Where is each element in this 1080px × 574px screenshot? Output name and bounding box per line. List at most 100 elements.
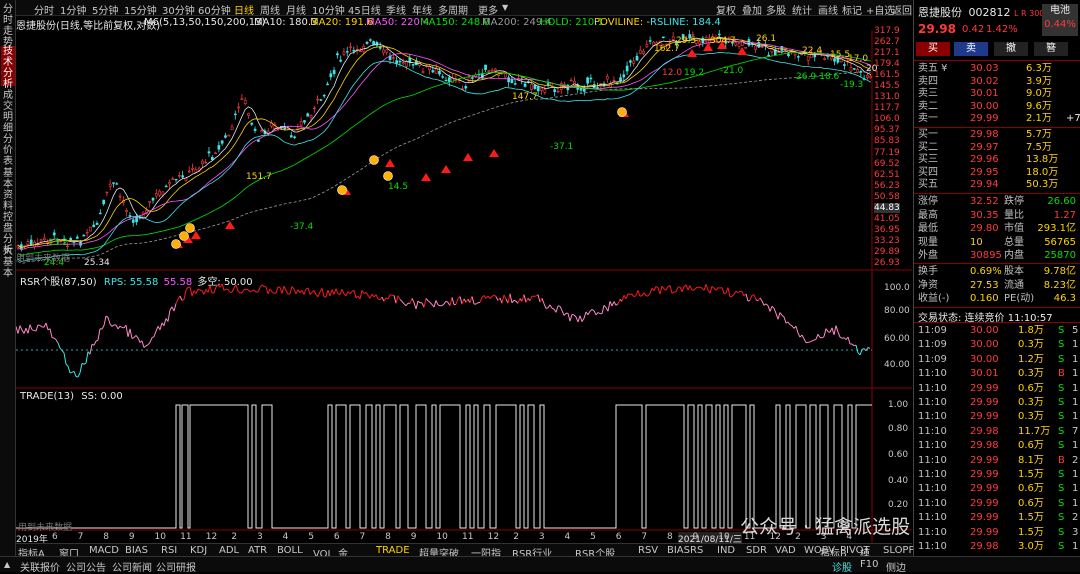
rps-segment	[270, 289, 272, 292]
rps-segment	[564, 313, 566, 315]
indicator-tab[interactable]: IND	[717, 545, 735, 556]
indicator-tab[interactable]: BOLL	[277, 545, 303, 556]
tab-basic-info[interactable]: 基本资料	[1, 168, 15, 208]
price-axis-label: 145.5	[874, 81, 900, 91]
sector-badge[interactable]: 电池 0.44%	[1042, 4, 1078, 36]
tick-count: 1	[1072, 383, 1078, 395]
period-tab-daily[interactable]: 日线	[234, 2, 254, 17]
rps-segment	[102, 325, 104, 329]
bid-row[interactable]: 买三29.9613.8万	[918, 154, 1078, 166]
pane-watermark: 用到未来数据	[16, 251, 70, 264]
indicator-tab[interactable]: ADL	[219, 545, 239, 556]
indicator-tab[interactable]: KDJ	[190, 545, 207, 556]
period-tab-quarterly[interactable]: 季线	[386, 2, 406, 17]
tab-price-table[interactable]: 分价表	[1, 134, 15, 164]
indicator-tab[interactable]: MACD	[89, 545, 119, 556]
ask-row[interactable]: 卖一29.992.1万+7	[918, 113, 1078, 125]
bid-row[interactable]: 买一29.985.7万	[918, 129, 1078, 141]
tick-time: 11:09	[918, 354, 947, 366]
period-tab-intraday[interactable]: 分时	[34, 2, 54, 17]
ask-row[interactable]: 卖五 ¥30.036.3万	[918, 63, 1078, 75]
trade-axis-04: 0.40	[888, 476, 908, 486]
rps-segment	[724, 293, 726, 294]
ask-row[interactable]: 卖二30.009.6万	[918, 101, 1078, 113]
ask-row[interactable]: 卖四30.023.9万	[918, 76, 1078, 88]
tick-side: S	[1058, 411, 1064, 423]
bid-row[interactable]: 买五29.9450.3万	[918, 179, 1078, 191]
cancel-button[interactable]: 撤	[994, 42, 1028, 56]
indicator-tab[interactable]: ATR	[248, 545, 267, 556]
tab-trade-detail[interactable]: 成交明细	[1, 90, 15, 130]
rps-segment	[40, 326, 42, 327]
rps-title: RSR个股(87,50)	[20, 277, 97, 288]
add-favorite-button[interactable]: +自选	[866, 2, 894, 17]
stock-tags: L R 300	[1014, 9, 1044, 18]
stat-row: 净资27.53流通8.23亿	[918, 280, 1078, 292]
period-tab-10min[interactable]: 10分钟	[312, 2, 345, 17]
indicator-tab[interactable]: BIASRS	[667, 545, 703, 556]
candle-body	[405, 61, 407, 66]
overlay-button[interactable]: 叠加	[742, 2, 762, 17]
rps-segment	[590, 309, 592, 311]
rps-segment	[574, 315, 576, 317]
rps-segment	[786, 322, 788, 323]
tab-intraday[interactable]: 分时走势	[1, 4, 15, 42]
candle-body	[336, 54, 338, 55]
period-tab-yearly[interactable]: 年线	[412, 2, 432, 17]
time-axis-month: 6	[616, 532, 622, 542]
edit-button[interactable]: 簪	[1034, 42, 1068, 56]
candle-body	[99, 213, 101, 214]
statistics-button[interactable]: 统计	[792, 2, 812, 17]
multi-stock-button[interactable]: 多股	[766, 2, 786, 17]
period-tab-multi[interactable]: 多周期	[438, 2, 468, 17]
candle-body	[524, 84, 526, 86]
indicator-tab[interactable]: VAD	[775, 545, 796, 556]
period-tab-60min[interactable]: 60分钟	[198, 2, 231, 17]
stock-header: 恩捷股份 002812 L R 300	[918, 4, 1044, 20]
ask-row[interactable]: 卖三30.019.0万	[918, 88, 1078, 100]
candle-body	[613, 80, 615, 81]
candle-body	[224, 136, 226, 138]
period-tab-1min[interactable]: 1分钟	[60, 2, 86, 17]
sell-button[interactable]: 卖	[954, 42, 988, 56]
indicator-tab[interactable]: SDR	[746, 545, 767, 556]
tab-big-basic[interactable]: 大基本	[1, 246, 15, 272]
period-tab-monthly[interactable]: 月线	[286, 2, 306, 17]
tick-time: 11:10	[918, 426, 947, 438]
rps-segment	[578, 316, 580, 322]
bid-row[interactable]: 买四29.9518.0万	[918, 167, 1078, 179]
period-tab-45day[interactable]: 45日线	[348, 2, 381, 17]
period-tab-more[interactable]: 更多	[478, 2, 498, 17]
rps-segment	[428, 301, 430, 303]
period-tab-30min[interactable]: 30分钟	[162, 2, 195, 17]
candle-body	[238, 107, 240, 108]
annotation-2: 13.2	[48, 238, 68, 248]
tick-price: 29.99	[970, 455, 999, 467]
rps-segment	[430, 302, 432, 304]
f10-link[interactable]: F10	[860, 559, 878, 570]
rps-segment	[750, 295, 752, 300]
indicator-tab[interactable]: SLOPP	[883, 545, 915, 556]
mark-button[interactable]: 标记	[842, 2, 862, 17]
time-axis-month: 11	[462, 532, 473, 542]
more-arrow-icon[interactable]: ▼	[502, 3, 508, 12]
rps-segment	[182, 300, 184, 301]
indicator-tab[interactable]: RSV	[638, 545, 658, 556]
buy-button[interactable]: 买	[916, 42, 950, 56]
period-tab-15min[interactable]: 15分钟	[124, 2, 157, 17]
restore-rights-button[interactable]: 复权	[716, 2, 736, 17]
back-button[interactable]: 返回	[892, 2, 912, 17]
tab-technical-analysis[interactable]: 技术分析	[1, 46, 15, 86]
stat-value: 9.78亿	[1044, 266, 1076, 278]
indicator-tab[interactable]: BIAS	[125, 545, 148, 556]
bid-row[interactable]: 买二29.977.5万	[918, 142, 1078, 154]
period-tab-weekly[interactable]: 周线	[260, 2, 280, 17]
draw-line-button[interactable]: 画线	[818, 2, 838, 17]
rps-segment	[308, 288, 310, 295]
rps-segment	[820, 337, 822, 338]
ma150-value: MA150: 248.0	[420, 17, 490, 28]
indicator-tab[interactable]: RSI	[161, 545, 177, 556]
stat-label: 换手	[918, 266, 938, 278]
indicator-tab[interactable]: TRADE	[376, 545, 410, 556]
period-tab-5min[interactable]: 5分钟	[92, 2, 118, 17]
